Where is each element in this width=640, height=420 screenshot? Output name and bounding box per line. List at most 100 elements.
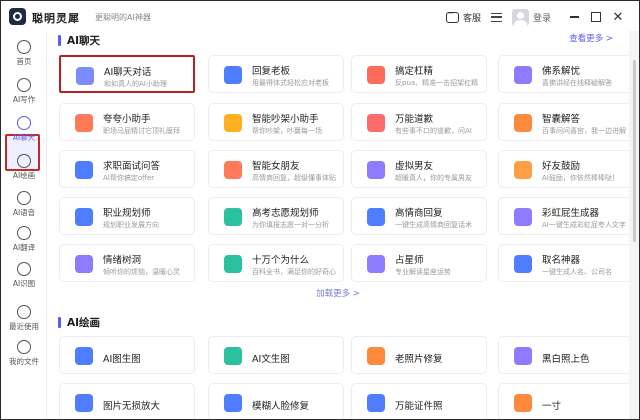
chat-tool-card[interactable]: 职业规划师规划职业发展方向 [59,197,195,235]
avatar[interactable] [511,8,529,26]
card-description: 百事问问喜宫，我一边进解 [542,127,626,135]
card-description: 百科全书，满足你的好奇心 [252,268,336,276]
sidebar-item-6[interactable]: AI识图 [1,259,47,299]
draw-tool-card[interactable]: AI文生图 [208,336,344,374]
chat-section-title: AI聊天 [67,34,101,47]
chat-tool-card[interactable]: 高考志愿规划师 为你填报志愿一对一分析 [208,197,344,235]
chat-tool-card[interactable]: 智能女朋友 高情商回复，超级懂事体贴 [208,150,344,188]
chat-tool-card[interactable]: 虚拟男友超暖真人，你的专属男友 [351,150,487,188]
chat-tool-card[interactable]: 佛系解忧喜佛讲经在线释疑解答 [498,55,629,93]
card-title: 高考志愿规划师 [252,208,319,219]
card-title: 佛系解忧 [542,66,581,77]
section-accent-bar [58,34,61,46]
card-title: 占星师 [395,255,424,266]
card-description: 规划职业发展方向 [103,221,159,229]
card-title: 虚拟男友 [395,161,434,172]
card-title: 智能吵架小助手 [252,114,319,125]
draw-tool-card[interactable]: 万能证件照 [351,383,487,419]
chat-tool-card[interactable]: 情绪树洞倾听你的烦恼，温暖心灵 [59,244,195,282]
card-title: 好友鼓励 [542,161,581,172]
draw-section-header: AI绘画 [58,314,100,330]
sidebar-item-2[interactable]: AI聊天 [1,113,47,153]
close-button[interactable]: ✕ [607,7,629,27]
sidebar-item-label: AI语音 [12,208,36,217]
tool-icon [367,161,385,179]
draw-tool-card[interactable]: 一寸 [498,383,629,419]
sidebar-item-label: 首页 [16,57,32,66]
sidebar-item-0[interactable]: 首页 [1,37,47,77]
sidebar: 首页 AI写作 AI聊天 AI绘画 AI语音 AI翻译 AI识图最近使用我的文件 [1,31,47,419]
tool-icon [224,114,242,132]
chat-tool-card[interactable]: 彩虹屁生成器 AI一键生成彩虹屁夸人文字 [498,197,629,235]
tool-icon [75,394,93,412]
chat-tool-card[interactable]: AI聊天对话 和如真人的AI小助理 [59,55,195,93]
sidebar-item-7[interactable]: 最近使用 [1,302,47,342]
login-link[interactable]: 登录 [533,11,551,24]
headphones-icon [17,191,31,205]
chat-tool-card[interactable]: 智能吵架小助手 帮你吵架，吵赢每一场 [208,103,344,141]
chat-tool-card[interactable]: 取名神器 一键生成人名、公司名 [498,244,629,282]
card-description: 超暖真人，你的专属男友 [395,174,472,182]
tool-icon [75,255,93,273]
tool-icon [514,394,532,412]
chat-tool-card[interactable]: 搞定杠精反pua、精准一击招架杠精 [351,55,487,93]
sidebar-item-4[interactable]: AI语音 [1,188,47,228]
card-description: 职场马屁精讨它顶礼膜拜 [103,127,180,135]
see-more-link[interactable]: 查看更多 > [569,32,613,44]
card-description: 喜佛讲经在线释疑解答 [542,79,612,87]
chat-tool-card[interactable]: 万能道歉 有些事不口的道歉，问AI [351,103,487,141]
card-title: 搞定杠精 [395,66,434,77]
menu-icon[interactable] [490,12,502,22]
card-description: 专业解读星座运势 [395,268,451,276]
card-title: 取名神器 [542,255,581,266]
maximize-button[interactable] [585,7,607,27]
card-title: 十万个为什么 [252,255,310,266]
card-description: 倾听你的烦恼，温暖心灵 [103,268,180,276]
tool-icon [514,208,532,226]
card-title: 一寸 [542,401,562,412]
file-icon [17,340,31,354]
scrollbar-thumb[interactable] [633,60,636,242]
minimize-button[interactable] [563,7,585,27]
pen-icon [17,78,31,92]
sidebar-item-3[interactable]: AI绘画 [1,151,47,191]
chat-tool-card[interactable]: 求职面试问答 AI帮你搞定offer [59,150,195,188]
draw-tool-card[interactable]: 模糊人脸修复 [208,383,344,419]
card-description: 反pua、精准一击招架杠精 [395,79,479,87]
card-title: 情绪树洞 [103,255,142,266]
draw-tool-card[interactable]: AI图生图 [59,336,195,374]
tool-icon [367,394,385,412]
sidebar-item-label: 最近使用 [9,322,39,331]
tool-icon [75,347,93,365]
chat-tool-card[interactable]: 占星师专业解读星座运势 [351,244,487,282]
customer-service-label: 客服 [462,13,481,24]
sidebar-item-label: AI识图 [12,279,36,288]
chat-bubble-icon [445,9,459,23]
tool-icon [514,66,532,84]
sidebar-item-8[interactable]: 我的文件 [1,337,47,377]
sidebar-item-label: AI翻译 [12,243,36,252]
tool-icon [224,208,242,226]
sidebar-item-5[interactable]: AI翻译 [1,223,47,263]
chat-tool-card[interactable]: 夸夸小助手 职场马屁精讨它顶礼膜拜 [59,103,195,141]
card-title: 职业规划师 [103,208,151,219]
draw-tool-card[interactable]: 黑白照上色 [498,336,629,374]
chat-section-header: AI聊天 [58,32,100,48]
chat-tool-card[interactable]: 智囊解答 百事问问喜宫，我一边进解 [498,103,629,141]
load-more-link[interactable]: 加载更多 > [47,287,629,299]
tool-icon [514,161,532,179]
chat-tool-card[interactable]: 回复老板 用最得体式轻松应对老板 [208,55,344,93]
card-description: 帮你吵架，吵赢每一场 [252,127,322,135]
chat-tool-card[interactable]: 高情商回复 一键生成高情商回复话术 [351,197,487,235]
tool-icon [76,67,94,85]
customer-service-button[interactable]: 客服 [445,9,481,24]
draw-tool-card[interactable]: 老照片修复 [351,336,487,374]
draw-tool-card[interactable]: 图片无损放大 [59,383,195,419]
chat-tool-card[interactable]: 好友鼓励 AI鼓励，你依然棒棒哒！ [498,150,629,188]
sidebar-item-1[interactable]: AI写作 [1,75,47,115]
app-logo-icon [9,8,26,25]
chat-tool-card[interactable]: 十万个为什么百科全书，满足你的好奇心 [208,244,344,282]
sidebar-item-label: 我的文件 [9,357,39,366]
card-description: 一键生成高情商回复话术 [395,221,472,229]
image-recognition-icon [17,262,31,276]
